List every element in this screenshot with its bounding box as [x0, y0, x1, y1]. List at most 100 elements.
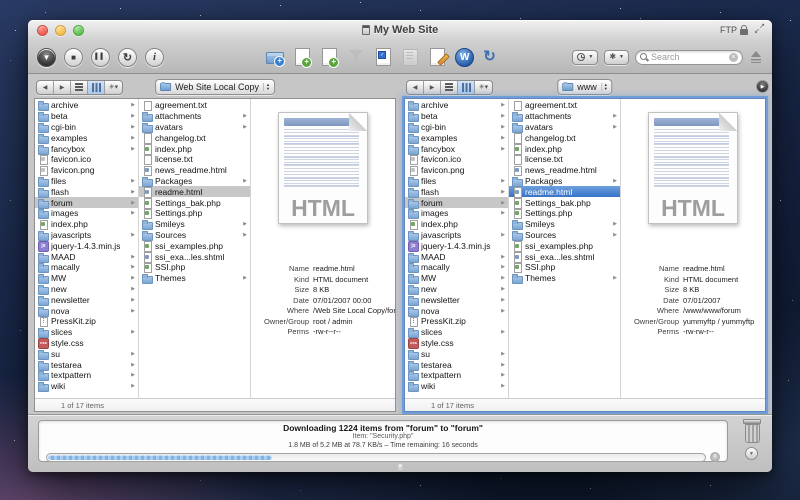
file-row[interactable]: Smileys▶: [139, 219, 250, 230]
sync-icon[interactable]: [481, 47, 501, 67]
file-row[interactable]: favicon.ico: [405, 154, 508, 165]
file-row[interactable]: news_readme.html: [139, 165, 250, 176]
file-row[interactable]: Settings.php: [139, 208, 250, 219]
browser-column-1[interactable]: archive▶beta▶cgi-bin▶examples▶fancybox▶f…: [405, 99, 509, 398]
file-row[interactable]: testarea▶: [405, 359, 508, 370]
file-row[interactable]: Settings_bak.php: [509, 197, 620, 208]
file-row[interactable]: images▶: [35, 208, 138, 219]
file-row[interactable]: examples▶: [405, 132, 508, 143]
back-button[interactable]: ◀: [407, 81, 424, 94]
site-publish-icon[interactable]: [400, 47, 420, 67]
resize-grip[interactable]: [398, 464, 403, 469]
file-row[interactable]: flash▶: [35, 186, 138, 197]
file-row[interactable]: SSI.php: [509, 262, 620, 273]
location-dropdown[interactable]: www▲▼: [557, 79, 612, 95]
file-row[interactable]: beta▶: [35, 111, 138, 122]
file-row[interactable]: su▶: [405, 348, 508, 359]
file-row[interactable]: archive▶: [35, 100, 138, 111]
file-row[interactable]: index.php: [509, 143, 620, 154]
file-row[interactable]: ssi_exa...les.shtml: [139, 251, 250, 262]
file-row[interactable]: images▶: [405, 208, 508, 219]
file-row[interactable]: Sources▶: [139, 230, 250, 241]
go-button[interactable]: ▶: [756, 80, 769, 93]
list-view-button[interactable]: [71, 81, 88, 94]
file-row[interactable]: SSI.php: [139, 262, 250, 273]
file-row[interactable]: favicon.png: [405, 165, 508, 176]
file-row[interactable]: Settings_bak.php: [139, 197, 250, 208]
disconnect-button[interactable]: [749, 50, 763, 64]
file-row[interactable]: javascripts▶: [35, 230, 138, 241]
back-button[interactable]: ◀: [37, 81, 54, 94]
file-row[interactable]: forum▶: [35, 197, 138, 208]
file-row[interactable]: archive▶: [405, 100, 508, 111]
file-row[interactable]: javascripts▶: [405, 230, 508, 241]
file-row[interactable]: favicon.png: [35, 165, 138, 176]
file-row[interactable]: MAAD▶: [405, 251, 508, 262]
file-row[interactable]: index.php: [139, 143, 250, 154]
file-row[interactable]: MAAD▶: [35, 251, 138, 262]
file-row[interactable]: Settings.php: [509, 208, 620, 219]
stop-button[interactable]: ■: [64, 48, 83, 67]
file-row[interactable]: beta▶: [405, 111, 508, 122]
file-row[interactable]: Themes▶: [509, 273, 620, 284]
browser-column-1[interactable]: archive▶beta▶cgi-bin▶examples▶fancybox▶ f…: [35, 99, 139, 398]
actions-menu-button[interactable]: ✱▼: [604, 50, 629, 65]
file-row[interactable]: Packages▶: [139, 176, 250, 187]
column-view-button[interactable]: [458, 81, 475, 94]
edit-document-icon[interactable]: [427, 47, 447, 67]
fullscreen-icon[interactable]: [754, 24, 765, 35]
location-dropdown[interactable]: Web Site Local Copy▲▼: [155, 79, 275, 95]
action-menu-button[interactable]: ✳▾: [475, 81, 492, 94]
file-row[interactable]: ssi_examples.php: [509, 240, 620, 251]
reload-button[interactable]: ↻: [118, 48, 137, 67]
file-row[interactable]: wiki▶: [405, 381, 508, 392]
file-row[interactable]: examples▶: [35, 132, 138, 143]
file-row[interactable]: Themes▶: [139, 273, 250, 284]
file-row[interactable]: Smileys▶: [509, 219, 620, 230]
file-row[interactable]: files▶: [35, 176, 138, 187]
file-row[interactable]: wiki▶: [35, 381, 138, 392]
file-row[interactable]: MW▶: [35, 273, 138, 284]
tasks-icon[interactable]: [373, 47, 393, 67]
file-row[interactable]: textpattern▶: [35, 370, 138, 381]
file-row[interactable]: su▶: [35, 348, 138, 359]
file-row[interactable]: cgi-bin▶: [405, 122, 508, 133]
file-row[interactable]: license.txt: [139, 154, 250, 165]
file-row[interactable]: attachments▶: [509, 111, 620, 122]
action-menu-button[interactable]: ✳▾: [105, 81, 122, 94]
file-row[interactable]: fancybox▶: [35, 143, 138, 154]
title-bar[interactable]: My Web Site FTP: [28, 20, 772, 40]
browser-column-2[interactable]: agreement.txtattachments▶avatars▶changel…: [509, 99, 621, 398]
file-row[interactable]: jquery-1.4.3.min.js: [35, 240, 138, 251]
file-row[interactable]: index.php: [35, 219, 138, 230]
file-row[interactable]: readme.html: [509, 186, 620, 197]
file-row[interactable]: style.css: [405, 338, 508, 349]
go-button[interactable]: ▼: [37, 48, 56, 67]
file-row[interactable]: fancybox▶: [405, 143, 508, 154]
file-row[interactable]: style.css: [35, 338, 138, 349]
pause-button[interactable]: ▌▌: [91, 48, 110, 67]
file-row[interactable]: testarea▶: [35, 359, 138, 370]
file-row[interactable]: ssi_examples.php: [139, 240, 250, 251]
browser-column-2[interactable]: agreement.txtattachments▶avatars▶changel…: [139, 99, 251, 398]
trash-icon[interactable]: [742, 419, 760, 442]
file-row[interactable]: changelog.txt: [139, 132, 250, 143]
file-row[interactable]: nova▶: [35, 305, 138, 316]
file-row[interactable]: Packages▶: [509, 176, 620, 187]
queue-toggle-button[interactable]: ▼: [745, 447, 758, 460]
file-row[interactable]: avatars▶: [139, 122, 250, 133]
file-row[interactable]: flash▶: [405, 186, 508, 197]
file-row[interactable]: cgi-bin▶: [35, 122, 138, 133]
file-row[interactable]: news_readme.html: [509, 165, 620, 176]
file-row[interactable]: macally▶: [35, 262, 138, 273]
file-row[interactable]: forum▶: [405, 197, 508, 208]
file-row[interactable]: macally▶: [405, 262, 508, 273]
forward-button[interactable]: ▶: [54, 81, 71, 94]
file-row[interactable]: PressKit.zip: [35, 316, 138, 327]
new-file-icon[interactable]: [292, 47, 312, 67]
file-row[interactable]: new▶: [35, 284, 138, 295]
file-row[interactable]: MW▶: [405, 273, 508, 284]
filter-icon[interactable]: [346, 47, 366, 67]
file-row[interactable]: new▶: [405, 284, 508, 295]
list-view-button[interactable]: [441, 81, 458, 94]
